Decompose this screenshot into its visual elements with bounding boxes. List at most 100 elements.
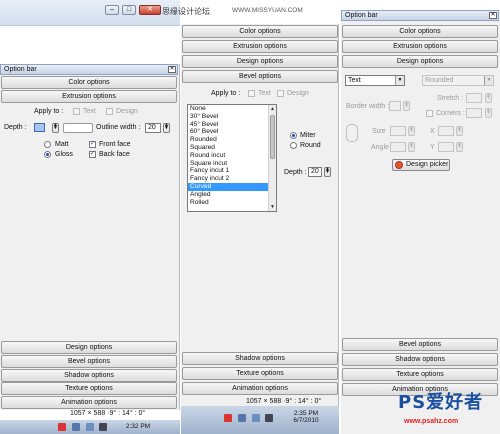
mid-shadow-options-button[interactable]: Shadow options (182, 352, 338, 365)
left-apply-design-checkbox[interactable] (106, 108, 113, 115)
bevel-list-item[interactable]: 30° Bevel (188, 113, 276, 121)
size-stepper[interactable]: ▲ ▼ (408, 126, 415, 136)
corners-stepper[interactable]: ▲ ▼ (485, 108, 492, 118)
left-panel-title-bar: Option bar ✕ (0, 64, 178, 75)
mid-apply-text-label: Text (258, 90, 271, 97)
corners-field[interactable] (466, 108, 482, 118)
right-color-options-button[interactable]: Color options (342, 25, 498, 38)
watermark-url: www.psahz.com (404, 418, 459, 425)
mid-extrusion-options-button[interactable]: Extrusion options (182, 40, 338, 53)
flag-icon[interactable] (58, 423, 66, 431)
left-color-options-button[interactable]: Color options (1, 76, 177, 89)
left-extrusion-options-button[interactable]: Extrusion options (1, 90, 177, 103)
bevel-depth-stepper[interactable]: ▲ ▼ (324, 167, 331, 177)
minimize-button[interactable]: – (105, 5, 119, 15)
mid-bevel-options-button[interactable]: Bevel options (182, 70, 338, 83)
mid-animation-options-button[interactable]: Animation options (182, 382, 338, 395)
bevel-list-scrollbar[interactable]: ▲ ▼ (268, 105, 276, 211)
display-icon[interactable] (86, 423, 94, 431)
left-panel-title: Option bar (4, 66, 37, 73)
mid-network-icon[interactable] (238, 414, 246, 422)
scroll-thumb[interactable] (270, 115, 275, 159)
mid-design-options-button[interactable]: Design options (182, 55, 338, 68)
right-texture-options-button[interactable]: Texture options (342, 368, 498, 381)
maximize-button[interactable]: □ (122, 5, 136, 15)
bevel-list-item[interactable]: Fancy incut 1 (188, 167, 276, 175)
right-bevel-options-button[interactable]: Bevel options (342, 338, 498, 351)
round-radio[interactable] (290, 142, 297, 149)
close-window-button[interactable]: ✕ (139, 5, 161, 15)
angle-field[interactable] (390, 142, 406, 152)
depth-icon[interactable] (34, 123, 45, 132)
front-face-checkbox[interactable]: ✓ (89, 141, 96, 148)
bevel-list-item[interactable]: Angled (188, 191, 276, 199)
design-type-select[interactable]: Text ▼ (345, 75, 405, 86)
right-panel-close-icon[interactable]: ✕ (489, 12, 497, 19)
shape-select[interactable]: Rounded ▼ (422, 75, 494, 86)
bevel-list-item[interactable]: Rolled (188, 199, 276, 207)
mid-display-icon[interactable] (252, 414, 260, 422)
round-label: Round (300, 142, 321, 149)
bevel-type-list[interactable]: None 30° Bevel 45° Bevel 60° Bevel Rounded Sq… (187, 104, 277, 212)
scroll-up-icon[interactable]: ▲ (269, 105, 276, 113)
left-animation-options-button[interactable]: Animation options (1, 396, 177, 409)
left-design-options-button[interactable]: Design options (1, 341, 177, 354)
x-stepper[interactable]: ▲ ▼ (456, 126, 463, 136)
bevel-list-item[interactable]: Round incut (188, 152, 276, 160)
design-picker-label: Design picker (406, 161, 449, 168)
mid-texture-options-button[interactable]: Texture options (182, 367, 338, 380)
depth-stepper[interactable]: ▲ ▼ (52, 123, 59, 133)
mid-color-options-button[interactable]: Color options (182, 25, 338, 38)
x-field[interactable] (438, 126, 454, 136)
left-shadow-options-button[interactable]: Shadow options (1, 369, 177, 382)
matt-radio[interactable] (44, 141, 51, 148)
link-chain-icon[interactable] (346, 124, 358, 142)
y-field[interactable] (438, 142, 454, 152)
mid-apply-design-checkbox[interactable] (277, 90, 284, 97)
mid-clock[interactable]: 2:35 PM 6/7/2010 (286, 410, 326, 424)
left-status-text: 1057 × 588 ·9° : 14° : 0° (70, 410, 146, 417)
size-field[interactable] (390, 126, 406, 136)
stretch-stepper[interactable]: ▲ ▼ (485, 93, 492, 103)
right-shadow-options-button[interactable]: Shadow options (342, 353, 498, 366)
bevel-list-item[interactable]: Fancy incut 2 (188, 175, 276, 183)
left-apply-design-label: Design (116, 108, 138, 115)
right-design-options-button[interactable]: Design options (342, 55, 498, 68)
mid-apply-design-label: Design (287, 90, 309, 97)
border-width-stepper[interactable]: ▲ ▼ (403, 101, 410, 111)
design-picker-button[interactable]: Design picker (392, 159, 450, 171)
border-width-field[interactable] (389, 101, 401, 111)
network-icon[interactable] (72, 423, 80, 431)
bevel-list-item[interactable]: Rounded (188, 136, 276, 144)
volume-icon[interactable] (99, 423, 107, 431)
miter-radio[interactable] (290, 132, 297, 139)
scroll-down-icon[interactable]: ▼ (269, 203, 276, 211)
bevel-depth-field[interactable]: 20 (308, 167, 322, 177)
right-extrusion-options-button[interactable]: Extrusion options (342, 40, 498, 53)
bevel-list-item[interactable]: Square incut (188, 160, 276, 168)
bevel-list-item[interactable]: Curved (188, 182, 276, 191)
back-face-checkbox[interactable]: ✓ (89, 151, 96, 158)
left-outline-width-label: Outline width : (96, 124, 141, 131)
left-clock[interactable]: 2:32 PM (118, 423, 158, 430)
mid-apply-text-checkbox[interactable] (248, 90, 255, 97)
outline-width-field[interactable]: 20 (145, 123, 161, 133)
bevel-list-item[interactable]: Squared (188, 144, 276, 152)
gloss-label: Gloss (55, 151, 73, 158)
y-stepper[interactable]: ▲ ▼ (456, 142, 463, 152)
left-texture-options-button[interactable]: Texture options (1, 382, 177, 395)
angle-stepper[interactable]: ▲ ▼ (408, 142, 415, 152)
bevel-list-item[interactable]: 60° Bevel (188, 128, 276, 136)
bevel-list-item[interactable]: None (188, 105, 276, 113)
mid-flag-icon[interactable] (224, 414, 232, 422)
mid-volume-icon[interactable] (265, 414, 273, 422)
left-panel-close-icon[interactable]: ✕ (168, 66, 176, 73)
outline-width-stepper[interactable]: ▲ ▼ (163, 123, 170, 133)
gloss-radio[interactable] (44, 151, 51, 158)
chevron-down-icon: ▼ (395, 76, 404, 85)
border-width-label: Border width : (346, 103, 390, 110)
left-apply-text-checkbox[interactable] (73, 108, 80, 115)
stretch-field[interactable] (466, 93, 482, 103)
corners-checkbox[interactable] (426, 110, 433, 117)
left-bevel-options-button[interactable]: Bevel options (1, 355, 177, 368)
